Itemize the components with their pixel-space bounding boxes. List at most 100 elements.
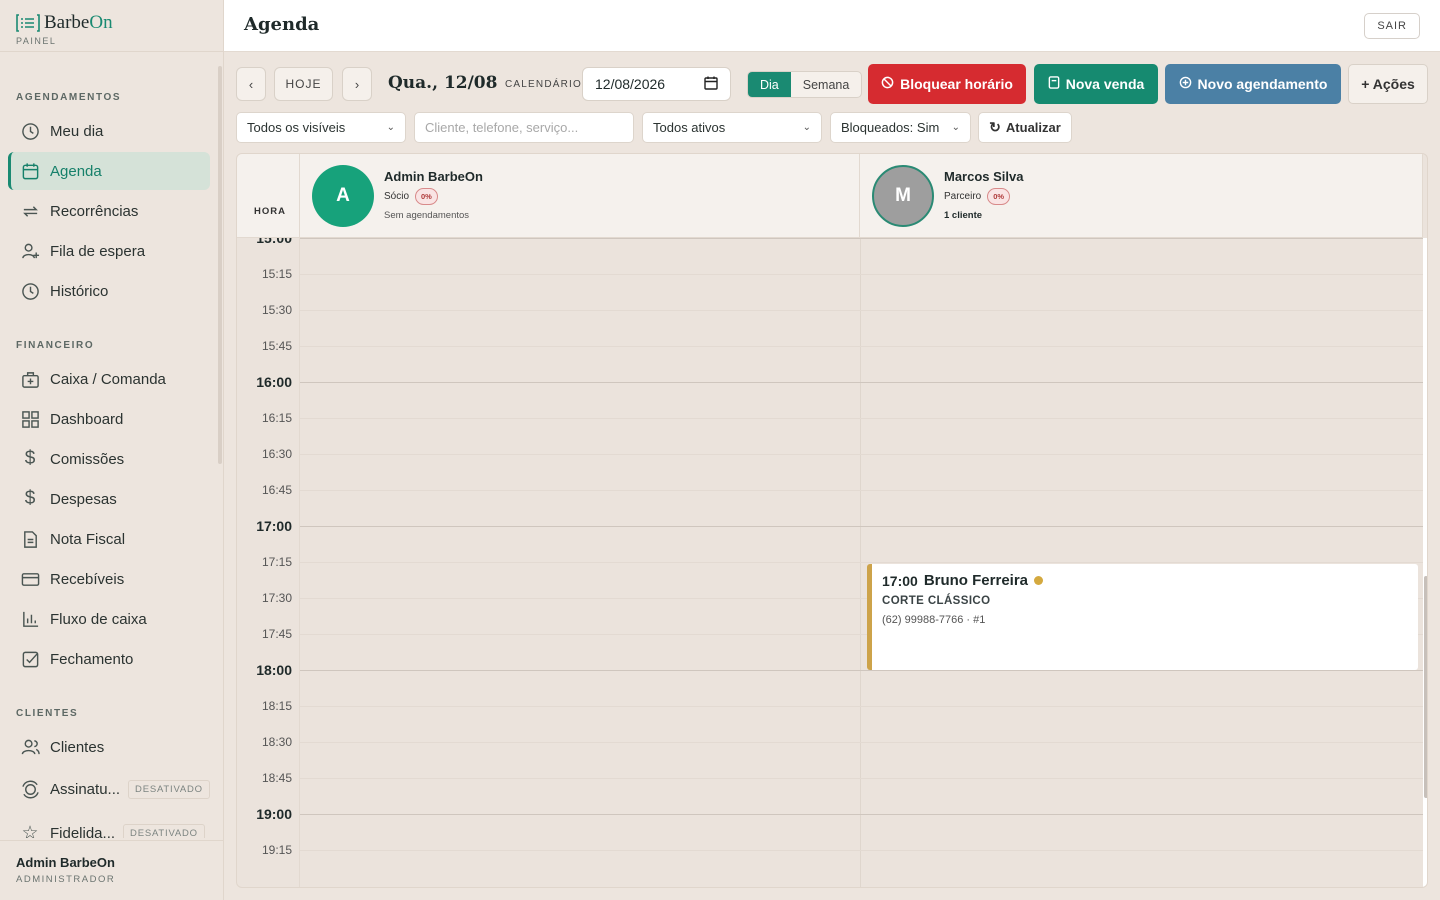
chevron-down-icon: ⌄ [951, 122, 960, 133]
prev-day-button[interactable]: ‹ [236, 67, 266, 101]
time-label: 18:00 [256, 662, 292, 678]
time-label: 17:15 [261, 555, 292, 569]
time-label: 15:45 [261, 339, 292, 353]
calendar-icon [20, 161, 40, 181]
view-week-button[interactable]: Semana [791, 72, 862, 97]
calendar-picker-icon[interactable] [704, 76, 718, 93]
sidebar-item-despesas[interactable]: $ Despesas [8, 480, 210, 518]
more-actions-button[interactable]: + Ações [1348, 64, 1428, 104]
time-label: 18:45 [261, 771, 292, 785]
sidebar-item-label: Comissões [50, 450, 125, 468]
sidebar-item-label: Agenda [50, 162, 102, 180]
sidebar-item-clientes[interactable]: Clientes [8, 728, 210, 766]
sidebar-item-label: Dashboard [50, 410, 124, 428]
sidebar-item-fechamento[interactable]: Fechamento [8, 640, 210, 678]
blocked-filter-value: Bloqueados: Sim [841, 120, 940, 135]
sidebar: BarbeOn PAINEL AGENDAMENTOS Meu dia Agen… [0, 0, 224, 900]
professionals-filter[interactable]: Todos os visíveis ⌄ [236, 112, 406, 143]
sidebar-item-recorrencias[interactable]: Recorrências [8, 192, 210, 230]
hour-column: 14:4515:0015:1515:3015:4516:0016:1516:30… [237, 238, 300, 887]
chevron-down-icon: ⌄ [802, 122, 811, 133]
block-time-button[interactable]: Bloquear horário [868, 64, 1026, 104]
professional-role: Parceiro [944, 191, 982, 202]
sidebar-item-fidelidade[interactable]: ☆ Fidelida... DESATIVADO [8, 812, 210, 838]
brand-name: Barbe [44, 12, 90, 33]
sidebar-item-nota-fiscal[interactable]: Nota Fiscal [8, 520, 210, 558]
user-name: Admin BarbeOn [16, 855, 115, 870]
cash-register-icon [20, 369, 40, 389]
commission-badge: 0% [415, 188, 438, 205]
appointment-card[interactable]: 17:00 Bruno Ferreira CORTE CLÁSSICO (62)… [867, 564, 1418, 670]
document-icon [20, 529, 40, 549]
calendar-header: HORA A Admin BarbeOn Sócio 0% Sem agenda… [237, 154, 1423, 238]
next-day-button[interactable]: › [342, 67, 372, 101]
sidebar-item-recebiveis[interactable]: Recebíveis [8, 560, 210, 598]
professional-column-marcos[interactable]: M Marcos Silva Parceiro 0% 1 cliente [860, 154, 1423, 238]
calendar-grid[interactable]: 14:4515:0015:1515:3015:4516:0016:1516:30… [237, 238, 1423, 887]
avatar: M [872, 165, 934, 227]
section-title-agendamentos: AGENDAMENTOS [16, 92, 122, 103]
grid-line [300, 706, 1423, 707]
calendar-scrollbar[interactable] [1423, 238, 1427, 887]
time-label: 16:45 [261, 483, 292, 497]
professional-role-row: Parceiro 0% [944, 188, 1011, 205]
user-plus-icon [20, 241, 40, 261]
brand-subtitle: PAINEL [16, 36, 57, 46]
grid-line [300, 418, 1423, 419]
time-label: 15:00 [256, 238, 292, 246]
today-button[interactable]: HOJE [274, 67, 333, 101]
status-filter-value: Todos ativos [653, 120, 726, 135]
professional-column-admin[interactable]: A Admin BarbeOn Sócio 0% Sem agendamento… [300, 154, 860, 238]
view-day-button[interactable]: Dia [748, 72, 791, 97]
hour-column-header: HORA [237, 154, 300, 238]
commission-badge: 0% [987, 188, 1011, 205]
star-icon: ☆ [21, 822, 39, 839]
new-appointment-button[interactable]: Novo agendamento [1165, 64, 1341, 104]
date-picker-input[interactable]: 12/08/2026 [582, 67, 731, 101]
sidebar-item-label: Fluxo de caixa [50, 610, 147, 628]
sidebar-item-label: Clientes [50, 738, 105, 756]
sidebar-item-meu-dia[interactable]: Meu dia [8, 112, 210, 150]
time-label: 17:45 [261, 627, 292, 641]
grid-line [300, 814, 1423, 815]
sidebar-item-assinaturas[interactable]: Assinatu... DESATIVADO [8, 768, 210, 810]
professional-role-row: Sócio 0% [384, 188, 438, 205]
sidebar-item-label: Recebíveis [50, 570, 125, 588]
current-user[interactable]: Admin BarbeOn ADMINISTRADOR [0, 840, 224, 900]
repeat-icon [20, 201, 40, 221]
time-label: 15:15 [261, 267, 292, 281]
calendar-label: CALENDÁRIO [505, 79, 583, 90]
new-sale-button[interactable]: Nova venda [1034, 64, 1158, 104]
top-bar: Agenda SAIR [224, 0, 1440, 52]
logout-button[interactable]: SAIR [1364, 13, 1420, 39]
professional-summary: 1 cliente [944, 210, 983, 221]
sidebar-scrollbar[interactable] [218, 66, 222, 464]
new-sale-label: Nova venda [1065, 76, 1145, 92]
sidebar-item-historico[interactable]: Histórico [8, 272, 210, 310]
blocked-filter[interactable]: Bloqueados: Sim ⌄ [830, 112, 971, 143]
sidebar-item-agenda[interactable]: Agenda [8, 152, 210, 190]
calendar-scrollbar-thumb[interactable] [1424, 576, 1427, 798]
brand-logo[interactable]: BarbeOn PAINEL [0, 0, 223, 52]
search-input[interactable] [414, 112, 634, 143]
status-filter[interactable]: Todos ativos ⌄ [642, 112, 822, 143]
refresh-button[interactable]: ↻ Atualizar [978, 112, 1072, 143]
professional-summary: Sem agendamentos [384, 210, 470, 221]
sidebar-item-dashboard[interactable]: Dashboard [8, 400, 210, 438]
plus-circle-icon [1179, 76, 1192, 92]
time-label: 15:30 [261, 303, 292, 317]
sidebar-item-label: Fila de espera [50, 242, 146, 260]
sidebar-item-fila-de-espera[interactable]: Fila de espera [8, 232, 210, 270]
sidebar-item-caixa-comanda[interactable]: Caixa / Comanda [8, 360, 210, 398]
sidebar-item-fluxo-de-caixa[interactable]: Fluxo de caixa [8, 600, 210, 638]
dashboard-icon [20, 409, 40, 429]
sidebar-item-comissoes[interactable]: $ Comissões [8, 440, 210, 478]
chevron-down-icon: ⌄ [386, 122, 395, 133]
sidebar-item-label: Recorrências [50, 202, 139, 220]
grid-line [300, 850, 1423, 851]
section-title-clientes: CLIENTES [16, 708, 79, 719]
new-appointment-label: Novo agendamento [1197, 76, 1328, 92]
current-date-title: Qua., 12/08 [388, 73, 498, 93]
grid-line [300, 562, 1423, 563]
day-calendar: HORA A Admin BarbeOn Sócio 0% Sem agenda… [236, 153, 1428, 888]
